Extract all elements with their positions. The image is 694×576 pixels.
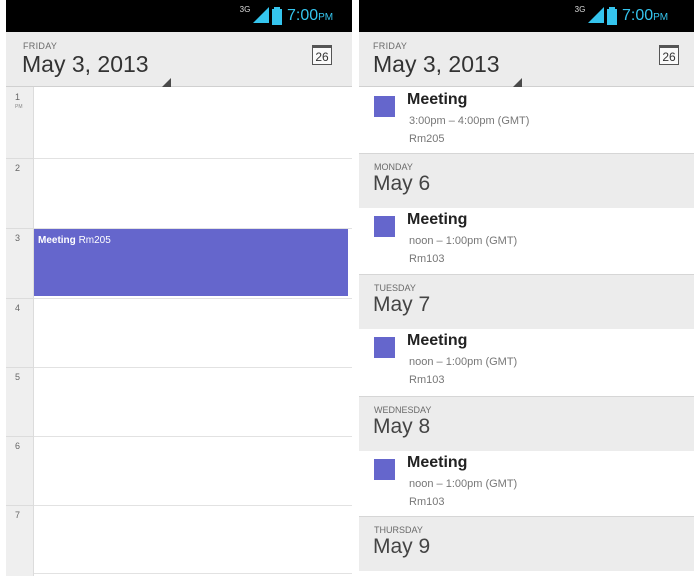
day-date: May 7 (373, 293, 431, 316)
agenda-day-header: TUESDAY May 7 (359, 274, 694, 329)
hour-divider (34, 367, 352, 368)
event-location: Rm205 (409, 133, 445, 145)
agenda-event-item[interactable]: Meeting noon – 1:00pm (GMT) Rm103 (359, 450, 694, 516)
status-bar: 3G 7:00PM (6, 0, 352, 32)
battery-icon (607, 7, 617, 25)
today-calendar-icon[interactable]: 26 (312, 45, 332, 65)
event-time: noon – 1:00pm (GMT) (409, 235, 518, 247)
hour-divider (34, 436, 352, 437)
gutter-divider (6, 436, 33, 437)
status-time-ampm: PM (653, 12, 669, 23)
event-title: Meeting (407, 454, 468, 471)
event-title: Meeting (407, 91, 468, 108)
status-time: 7:00PM (622, 8, 668, 26)
agenda-day-header: MONDAY May 6 (359, 153, 694, 208)
event-title: Meeting (407, 211, 468, 228)
agenda-event-item[interactable]: Meeting noon – 1:00pm (GMT) Rm103 (359, 328, 694, 394)
event-location: Rm103 (409, 496, 445, 508)
header-day-of-week: FRIDAY (373, 41, 408, 51)
event-color-swatch (374, 459, 395, 480)
event-title: Meeting (38, 235, 76, 246)
day-date: May 9 (373, 535, 431, 558)
day-date: May 6 (373, 172, 431, 195)
event-location: Rm205 (78, 235, 111, 246)
gutter-divider (6, 228, 33, 229)
day-view-screen: 3G 7:00PM FRIDAY May 3, 2013 26 1 PM 2 3… (6, 0, 352, 576)
dropdown-triangle-icon (162, 78, 171, 87)
network-type-label: 3G (574, 5, 586, 14)
event-title: Meeting (407, 332, 468, 349)
event-color-swatch (374, 216, 395, 237)
day-of-week: WEDNESDAY (374, 405, 432, 415)
hour-label: 5 (15, 372, 21, 382)
hour-divider (34, 298, 352, 299)
dropdown-triangle-icon (513, 78, 522, 87)
hour-label: 3 (15, 233, 21, 243)
header-date: May 3, 2013 (22, 51, 149, 77)
signal-icon (588, 7, 604, 23)
event-color-swatch (374, 337, 395, 358)
hour-label: 1 (15, 92, 21, 102)
agenda-event-item[interactable]: Meeting 3:00pm – 4:00pm (GMT) Rm205 (359, 87, 694, 153)
day-of-week: TUESDAY (374, 283, 416, 293)
date-header[interactable]: FRIDAY May 3, 2013 26 (6, 32, 352, 87)
network-type-label: 3G (239, 5, 251, 14)
agenda-event-item[interactable]: Meeting noon – 1:00pm (GMT) Rm103 (359, 207, 694, 273)
agenda-view-screen: 3G 7:00PM FRIDAY May 3, 2013 26 Meeting … (359, 0, 694, 576)
day-date: May 8 (373, 415, 431, 438)
date-header[interactable]: FRIDAY May 3, 2013 26 (359, 32, 694, 87)
event-location: Rm103 (409, 374, 445, 386)
event-time: noon – 1:00pm (GMT) (409, 356, 518, 368)
agenda-day-header: WEDNESDAY May 8 (359, 396, 694, 451)
gutter-divider (6, 158, 33, 159)
status-time-ampm: PM (318, 12, 334, 23)
gutter-divider (6, 298, 33, 299)
day-of-week: MONDAY (374, 162, 413, 172)
signal-icon (253, 7, 269, 23)
header-date: May 3, 2013 (373, 51, 500, 77)
status-time: 7:00PM (287, 8, 333, 26)
today-calendar-icon[interactable]: 26 (659, 45, 679, 65)
day-of-week: THURSDAY (374, 525, 423, 535)
battery-icon (272, 7, 282, 25)
hour-label: 2 (15, 163, 21, 173)
event-color-swatch (374, 96, 395, 117)
event-block[interactable]: Meeting Rm205 (34, 229, 348, 296)
status-time-value: 7:00 (287, 7, 319, 24)
hour-label: 6 (15, 441, 21, 451)
status-time-value: 7:00 (622, 7, 654, 24)
event-location: Rm103 (409, 253, 445, 265)
hour-gutter (6, 87, 34, 576)
agenda-day-header: THURSDAY May 9 (359, 516, 694, 571)
hour-divider (34, 505, 352, 506)
status-bar: 3G 7:00PM (359, 0, 694, 32)
hour-divider (34, 158, 352, 159)
hour-label: 7 (15, 510, 21, 520)
hour-divider (34, 573, 352, 574)
gutter-divider (6, 367, 33, 368)
event-time: 3:00pm – 4:00pm (GMT) (409, 115, 530, 127)
hour-label: 4 (15, 303, 21, 313)
gutter-divider (6, 505, 33, 506)
header-day-of-week: FRIDAY (23, 41, 58, 51)
hour-ampm-label: PM (15, 104, 23, 110)
event-time: noon – 1:00pm (GMT) (409, 478, 518, 490)
